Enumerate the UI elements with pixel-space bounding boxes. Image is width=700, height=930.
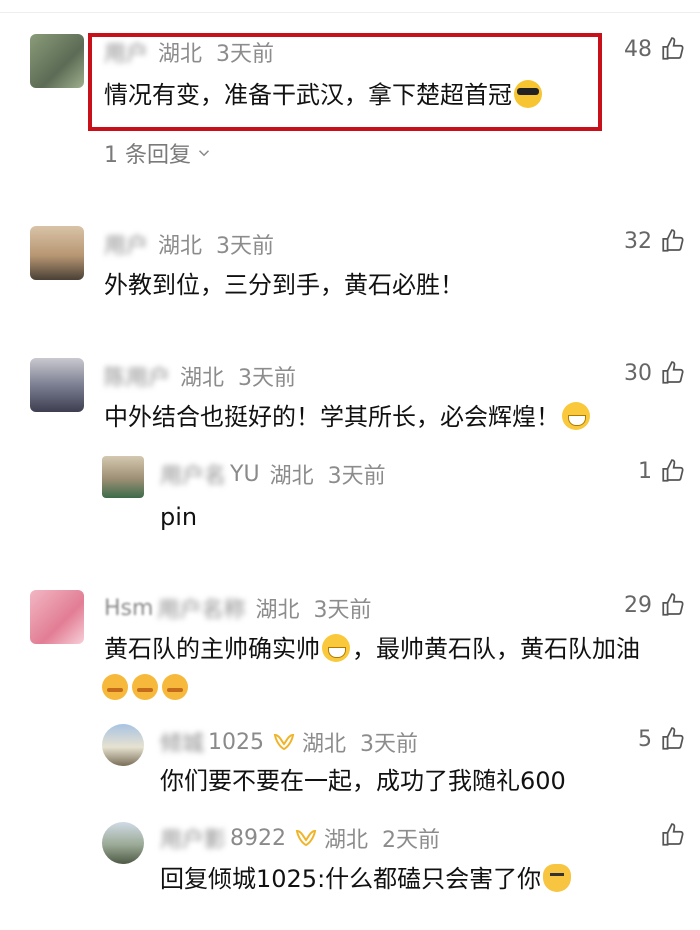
grin-emoji-icon <box>562 402 590 430</box>
like-button[interactable] <box>652 822 686 848</box>
comment-meta: 用户 湖北 3天前 <box>104 228 274 260</box>
like-button[interactable]: 1 <box>638 458 686 484</box>
cat-emoji-icon <box>543 864 572 892</box>
thumbs-up-icon <box>662 37 684 60</box>
timestamp: 3天前 <box>238 366 297 391</box>
avatar[interactable] <box>30 226 84 280</box>
username-blurred[interactable]: 用户名称 <box>157 592 245 624</box>
reply-text-content: 回复倾城1025:什么都磕只会害了你 <box>160 865 542 893</box>
yellow-ribbon-badge-icon <box>273 733 295 751</box>
location: 湖北 <box>180 366 225 391</box>
reply-avatar[interactable] <box>102 724 144 766</box>
reply-text[interactable]: 你们要不要在一起，成功了我随礼600 <box>160 764 566 798</box>
emoji-row <box>100 670 190 704</box>
chevron-down-icon <box>198 150 210 157</box>
timestamp: 3天前 <box>360 732 419 757</box>
reply-username-blurred[interactable]: 倾城 <box>160 726 204 758</box>
reply-avatar[interactable] <box>102 822 144 864</box>
username[interactable]: 用户 <box>104 228 148 260</box>
view-replies-button[interactable]: 1 条回复 <box>104 137 213 169</box>
thumbs-up-icon <box>662 459 684 482</box>
location: 湖北 <box>158 234 203 259</box>
comment-text[interactable]: 中外结合也挺好的！学其所长，必会辉煌！ <box>104 400 592 434</box>
comment-text-part: ，最帅黄石队，黄石队加油 <box>352 635 640 663</box>
thumbs-up-icon <box>662 229 684 252</box>
reply-username-tail[interactable]: 8922 <box>230 826 286 851</box>
reply-username-tail[interactable]: YU <box>230 462 260 487</box>
like-count: 32 <box>624 228 652 254</box>
cheer-face-emoji-icon <box>132 674 158 700</box>
avatar[interactable] <box>30 590 84 644</box>
location: 湖北 <box>269 464 314 489</box>
thumbs-up-icon <box>662 727 684 750</box>
reply-avatar[interactable] <box>102 456 144 498</box>
location: 湖北 <box>324 828 369 853</box>
reply-text[interactable]: 回复倾城1025:什么都磕只会害了你 <box>160 862 573 896</box>
like-button[interactable]: 30 <box>624 360 686 386</box>
like-button[interactable]: 48 <box>624 36 686 62</box>
like-count: 30 <box>624 360 652 386</box>
like-button[interactable]: 32 <box>624 228 686 254</box>
comment-text[interactable]: 黄石队的主帅确实帅 ，最帅黄石队，黄石队加油 <box>104 632 640 666</box>
reply-username-tail[interactable]: 1025 <box>208 730 264 755</box>
thumbs-up-icon <box>662 361 684 384</box>
reply-meta: 用户名 YU 湖北 3天前 <box>160 458 386 490</box>
comment-text-part: 黄石队的主帅确实帅 <box>104 635 320 663</box>
comment-text[interactable]: 外教到位，三分到手，黄石必胜！ <box>104 268 464 302</box>
like-count: 48 <box>624 36 652 62</box>
divider <box>0 12 700 13</box>
location: 湖北 <box>302 732 347 757</box>
comment-text-content: 中外结合也挺好的！学其所长，必会辉煌！ <box>104 403 560 431</box>
cheer-face-emoji-icon <box>102 674 128 700</box>
reply-meta: 倾城 1025 湖北 3天前 <box>160 726 418 758</box>
location: 湖北 <box>255 598 300 623</box>
comment-meta: Hsm 用户名称 湖北 3天前 <box>104 592 371 624</box>
reply-username-blurred[interactable]: 用户名 <box>160 458 226 490</box>
like-count: 1 <box>638 458 652 484</box>
timestamp: 3天前 <box>327 464 386 489</box>
comment-meta: 陈用户 湖北 3天前 <box>104 360 296 392</box>
cheer-face-emoji-icon <box>162 674 188 700</box>
reply-text[interactable]: pin <box>160 500 197 534</box>
reply-username-blurred[interactable]: 用户影 <box>160 822 226 854</box>
highlight-annotation-box <box>88 33 602 131</box>
replies-count: 1 条回复 <box>104 143 191 168</box>
grin-emoji-icon <box>322 634 350 662</box>
reply-meta: 用户影 8922 湖北 2天前 <box>160 822 440 854</box>
like-count: 5 <box>638 726 652 752</box>
thumbs-up-icon <box>662 593 684 616</box>
thumbs-up-icon <box>662 823 684 846</box>
username[interactable]: 陈用户 <box>104 360 170 392</box>
like-button[interactable]: 5 <box>638 726 686 752</box>
username[interactable]: Hsm <box>104 596 153 621</box>
yellow-ribbon-badge-icon <box>295 829 317 847</box>
timestamp: 3天前 <box>216 234 275 259</box>
like-count: 29 <box>624 592 652 618</box>
avatar[interactable] <box>30 34 84 88</box>
timestamp: 2天前 <box>382 828 441 853</box>
like-button[interactable]: 29 <box>624 592 686 618</box>
timestamp: 3天前 <box>313 598 372 623</box>
avatar[interactable] <box>30 358 84 412</box>
